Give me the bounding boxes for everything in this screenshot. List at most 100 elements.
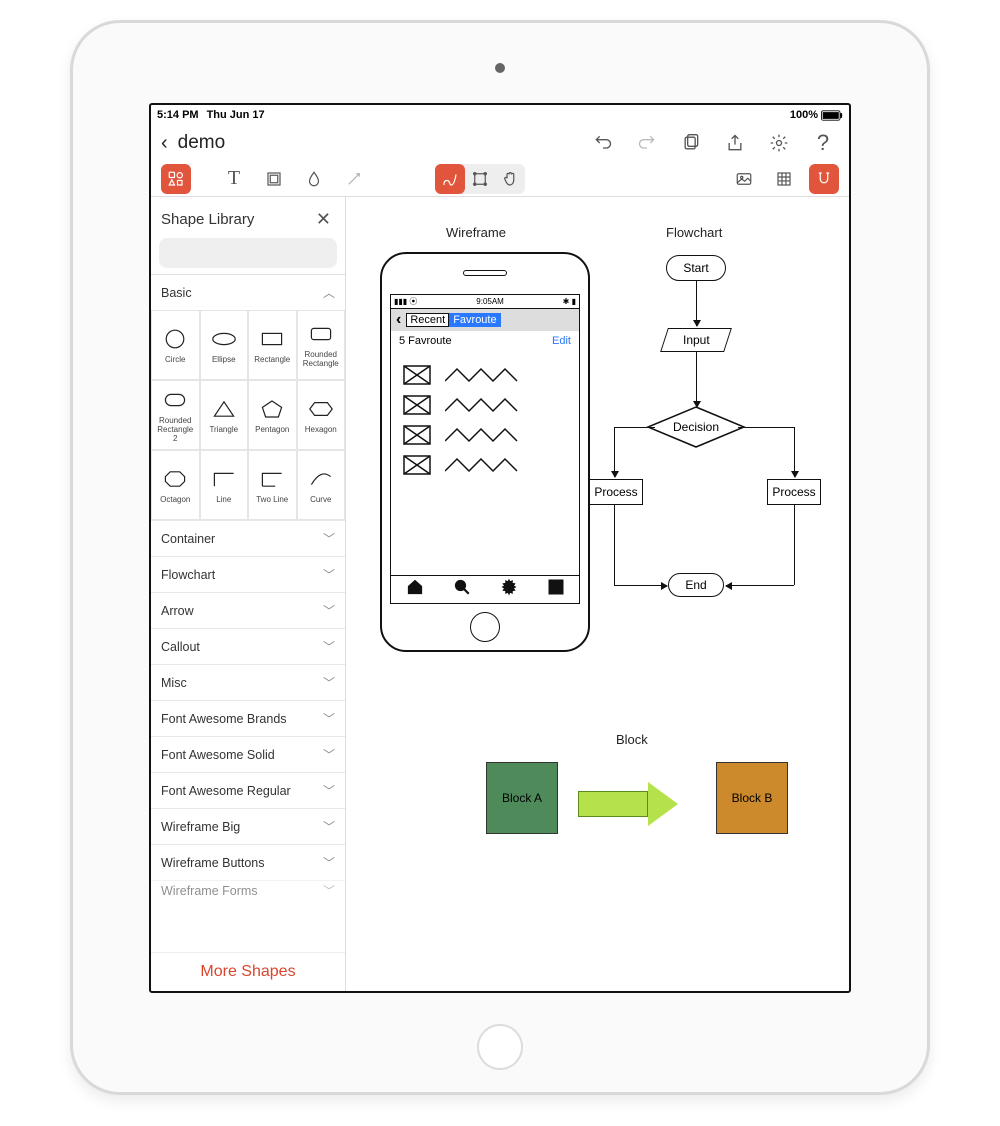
redo-button[interactable] bbox=[633, 129, 661, 157]
arrow-icon bbox=[614, 427, 655, 428]
shape-library-title: Shape Library bbox=[161, 211, 254, 228]
shape-curve[interactable]: Curve bbox=[297, 450, 346, 520]
phone-home-button[interactable] bbox=[470, 612, 500, 642]
basic-shapes-grid: Circle Ellipse Rectangle Rounded Rectang… bbox=[151, 310, 345, 520]
search-icon[interactable] bbox=[453, 578, 471, 601]
category-font-awesome-regular[interactable]: Font Awesome Regular﹀ bbox=[151, 772, 345, 808]
phone-speaker bbox=[463, 270, 507, 276]
help-button[interactable]: ? bbox=[809, 129, 837, 157]
home-icon[interactable] bbox=[406, 578, 424, 601]
shape-ellipse[interactable]: Ellipse bbox=[200, 310, 249, 380]
grid-button[interactable] bbox=[769, 164, 799, 194]
snap-button[interactable] bbox=[809, 164, 839, 194]
category-container[interactable]: Container﹀ bbox=[151, 520, 345, 556]
signal-icon: ▮▮▮ ⦿ bbox=[394, 296, 417, 307]
wireframe-label: Wireframe bbox=[446, 225, 506, 240]
chevron-down-icon: ﹀ bbox=[323, 782, 335, 799]
category-font-awesome-brands[interactable]: Font Awesome Brands﹀ bbox=[151, 700, 345, 736]
chart-icon[interactable] bbox=[547, 578, 565, 601]
ipad-home-button[interactable] bbox=[477, 1024, 523, 1070]
back-button[interactable]: ‹ bbox=[157, 132, 172, 155]
text-tool-button[interactable]: T bbox=[219, 164, 249, 194]
shape-two-line[interactable]: Two Line bbox=[248, 450, 297, 520]
phone-edit-button[interactable]: Edit bbox=[552, 335, 571, 347]
connector-button[interactable] bbox=[339, 164, 369, 194]
chevron-down-icon: ﹀ bbox=[323, 710, 335, 727]
stroke-style-button[interactable] bbox=[259, 164, 289, 194]
category-wireframe-forms[interactable]: Wireframe Forms﹀ bbox=[151, 880, 345, 900]
phone-battery-icon: ✱ ▮ bbox=[563, 297, 576, 306]
shape-search-input[interactable] bbox=[173, 246, 349, 261]
text-placeholder-icon bbox=[445, 397, 525, 413]
shape-library-panel: Shape Library ✕ Basic ︿ Circle Ellipse bbox=[151, 197, 346, 991]
block-arrow[interactable] bbox=[578, 782, 678, 826]
image-placeholder-icon bbox=[403, 425, 431, 445]
fill-button[interactable] bbox=[299, 164, 329, 194]
arrow-icon bbox=[696, 352, 697, 407]
document-title: demo bbox=[178, 132, 226, 154]
chevron-down-icon: ﹀ bbox=[323, 746, 335, 763]
image-button[interactable] bbox=[729, 164, 759, 194]
shapes-panel-button[interactable] bbox=[161, 164, 191, 194]
image-placeholder-icon bbox=[403, 395, 431, 415]
category-callout[interactable]: Callout﹀ bbox=[151, 628, 345, 664]
image-placeholder-icon bbox=[403, 365, 431, 385]
undo-button[interactable] bbox=[589, 129, 617, 157]
flowchart-process-left[interactable]: Process bbox=[589, 479, 643, 505]
phone-status-time: 9:05AM bbox=[417, 297, 562, 306]
pages-button[interactable] bbox=[677, 129, 705, 157]
category-misc[interactable]: Misc﹀ bbox=[151, 664, 345, 700]
phone-back-icon[interactable]: ‹ bbox=[391, 311, 406, 329]
select-mode-button[interactable] bbox=[465, 164, 495, 194]
list-item[interactable] bbox=[403, 455, 567, 475]
list-item[interactable] bbox=[403, 395, 567, 415]
category-font-awesome-solid[interactable]: Font Awesome Solid﹀ bbox=[151, 736, 345, 772]
arrow-icon bbox=[614, 427, 615, 477]
shape-rectangle[interactable]: Rectangle bbox=[248, 310, 297, 380]
shape-circle[interactable]: Circle bbox=[151, 310, 200, 380]
shape-hexagon[interactable]: Hexagon bbox=[297, 380, 346, 450]
wireframe-phone[interactable]: ▮▮▮ ⦿ 9:05AM ✱ ▮ ‹ Recent Favroute 5 Fav… bbox=[380, 252, 590, 652]
shape-pentagon[interactable]: Pentagon bbox=[248, 380, 297, 450]
flowchart-decision[interactable]: Decision bbox=[653, 407, 739, 447]
arrow-icon bbox=[696, 281, 697, 326]
category-wireframe-buttons[interactable]: Wireframe Buttons﹀ bbox=[151, 844, 345, 880]
flowchart-start[interactable]: Start bbox=[666, 255, 726, 281]
close-icon[interactable]: ✕ bbox=[312, 207, 335, 232]
list-item[interactable] bbox=[403, 365, 567, 385]
flowchart-end[interactable]: End bbox=[668, 573, 724, 597]
gear-icon[interactable] bbox=[500, 578, 518, 601]
settings-button[interactable] bbox=[765, 129, 793, 157]
share-button[interactable] bbox=[721, 129, 749, 157]
category-flowchart[interactable]: Flowchart﹀ bbox=[151, 556, 345, 592]
shape-triangle[interactable]: Triangle bbox=[200, 380, 249, 450]
text-placeholder-icon bbox=[445, 367, 525, 383]
canvas[interactable]: Wireframe Flowchart Block ▮▮▮ ⦿ 9:05AM ✱… bbox=[346, 197, 849, 991]
flowchart-input[interactable]: Input bbox=[660, 328, 732, 352]
phone-tab-bar bbox=[391, 575, 579, 603]
more-shapes-button[interactable]: More Shapes bbox=[151, 952, 345, 991]
block-b[interactable]: Block B bbox=[716, 762, 788, 834]
arrow-icon bbox=[738, 427, 794, 428]
tab-favourite[interactable]: Favroute bbox=[449, 313, 500, 327]
shape-rounded-rectangle-2[interactable]: Rounded Rectangle 2 bbox=[151, 380, 200, 450]
chevron-down-icon: ﹀ bbox=[323, 566, 335, 583]
arrow-icon bbox=[614, 585, 667, 586]
category-wireframe-big[interactable]: Wireframe Big﹀ bbox=[151, 808, 345, 844]
draw-mode-button[interactable] bbox=[435, 164, 465, 194]
block-a[interactable]: Block A bbox=[486, 762, 558, 834]
shape-search-field[interactable] bbox=[159, 238, 337, 268]
phone-list bbox=[391, 351, 579, 489]
list-item[interactable] bbox=[403, 425, 567, 445]
pan-mode-button[interactable] bbox=[495, 164, 525, 194]
arrow-icon bbox=[794, 505, 795, 585]
category-arrow[interactable]: Arrow﹀ bbox=[151, 592, 345, 628]
tab-recent[interactable]: Recent bbox=[406, 313, 449, 327]
ipad-camera bbox=[495, 63, 505, 73]
shape-rounded-rectangle[interactable]: Rounded Rectangle bbox=[297, 310, 346, 380]
flowchart-process-right[interactable]: Process bbox=[767, 479, 821, 505]
category-basic[interactable]: Basic ︿ bbox=[151, 274, 345, 310]
shape-line[interactable]: Line bbox=[200, 450, 249, 520]
chevron-down-icon: ﹀ bbox=[323, 638, 335, 655]
shape-octagon[interactable]: Octagon bbox=[151, 450, 200, 520]
